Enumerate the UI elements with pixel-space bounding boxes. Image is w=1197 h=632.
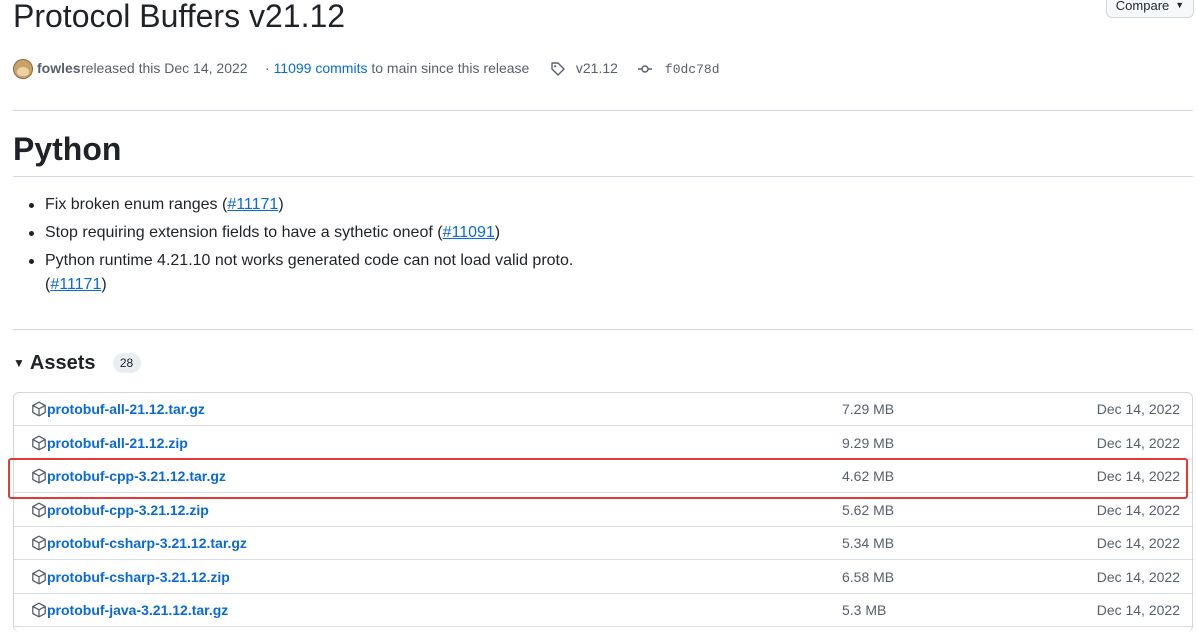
asset-row: protobuf-all-21.12.tar.gz 7.29 MB Dec 14, … bbox=[14, 393, 1194, 426]
asset-date: Dec 14, 2022 bbox=[1096, 535, 1180, 551]
asset-download-link[interactable]: protobuf-all-21.12.tar.gz bbox=[47, 393, 205, 426]
commit-info[interactable]: f0dc78d bbox=[637, 57, 720, 81]
compare-button[interactable]: Compare ▼ bbox=[1106, 0, 1194, 18]
divider bbox=[13, 110, 1193, 111]
asset-download-link[interactable]: protobuf-csharp-3.21.12.zip bbox=[47, 561, 230, 594]
package-icon bbox=[32, 569, 46, 585]
package-icon bbox=[32, 435, 46, 451]
commits-prefix: · bbox=[265, 60, 274, 76]
package-icon bbox=[32, 401, 46, 417]
asset-date: Dec 14, 2022 bbox=[1096, 435, 1180, 451]
commit-sha: f0dc78d bbox=[664, 62, 720, 77]
asset-size: 6.58 MB bbox=[842, 569, 895, 585]
highlight-annotation bbox=[8, 458, 1188, 499]
assets-toggle[interactable]: ▼ Assets 28 bbox=[13, 350, 141, 376]
asset-date: Dec 14, 2022 bbox=[1096, 569, 1180, 585]
commits-info: · 11099 commits to main since this relea… bbox=[265, 57, 529, 79]
commits-suffix: to main since this release bbox=[367, 60, 530, 76]
asset-row: protobuf-all-21.12.zip 9.29 MB Dec 14, 202… bbox=[14, 427, 1194, 460]
tag-icon bbox=[551, 62, 565, 76]
asset-date: Dec 14, 2022 bbox=[1096, 401, 1180, 417]
tag-info[interactable]: v21.12 bbox=[550, 57, 618, 79]
compare-label: Compare bbox=[1115, 0, 1170, 13]
asset-size: 5.3 MB bbox=[842, 602, 887, 618]
asset-download-link[interactable]: protobuf-java-3.21.12.tar.gz bbox=[47, 594, 228, 627]
git-commit-icon bbox=[638, 65, 652, 73]
note-item: Fix broken enum ranges (#11171) bbox=[27, 193, 1177, 217]
assets-list: protobuf-all-21.12.tar.gz 7.29 MB Dec 14, … bbox=[13, 392, 1194, 632]
section-heading: Python bbox=[13, 131, 122, 167]
note-item: Stop requiring extension fields to have … bbox=[27, 221, 1177, 245]
author-link[interactable]: fowles bbox=[37, 57, 81, 79]
release-title: Protocol Buffers v21.12 bbox=[13, 0, 346, 34]
issue-link[interactable]: #11171 bbox=[50, 276, 101, 293]
assets-count-badge: 28 bbox=[112, 353, 141, 373]
asset-download-link[interactable]: protobuf-csharp-3.21.12.tar.gz bbox=[47, 527, 247, 560]
divider bbox=[13, 329, 1193, 330]
release-meta: fowles released this Dec 14, 2022 · 1109… bbox=[13, 57, 1193, 79]
asset-download-link[interactable]: protobuf-all-21.12.zip bbox=[47, 427, 188, 460]
tag-name: v21.12 bbox=[575, 60, 618, 76]
note-item: Python runtime 4.21.10 not works generat… bbox=[27, 249, 1177, 297]
package-icon bbox=[32, 535, 46, 551]
asset-row: protobuf-csharp-3.21.12.tar.gz 5.34 MB Dec… bbox=[14, 527, 1194, 560]
release-notes: Fix broken enum ranges (#11171) Stop req… bbox=[27, 193, 1177, 301]
issue-link[interactable]: #11091 bbox=[443, 224, 495, 241]
asset-size: 5.34 MB bbox=[842, 535, 895, 551]
asset-row: protobuf-csharp-3.21.12.zip 6.58 MB Dec 14… bbox=[14, 561, 1194, 594]
issue-link[interactable]: #11171 bbox=[227, 196, 278, 213]
chevron-down-icon: ▼ bbox=[1175, 0, 1185, 10]
assets-label: Assets bbox=[29, 352, 96, 374]
author-avatar[interactable] bbox=[13, 59, 33, 79]
divider bbox=[13, 176, 1193, 177]
package-icon bbox=[32, 502, 46, 518]
asset-size: 9.29 MB bbox=[842, 435, 895, 451]
asset-size: 7.29 MB bbox=[842, 401, 895, 417]
triangle-down-icon: ▼ bbox=[13, 356, 25, 370]
package-icon bbox=[32, 602, 46, 618]
released-date-text: released this Dec 14, 2022 bbox=[81, 60, 248, 76]
commits-link[interactable]: 11099 commits bbox=[274, 60, 368, 76]
asset-date: Dec 14, 2022 bbox=[1096, 602, 1180, 618]
asset-row: protobuf-java-3.21.12.tar.gz 5.3 MB Dec 14… bbox=[14, 594, 1194, 627]
